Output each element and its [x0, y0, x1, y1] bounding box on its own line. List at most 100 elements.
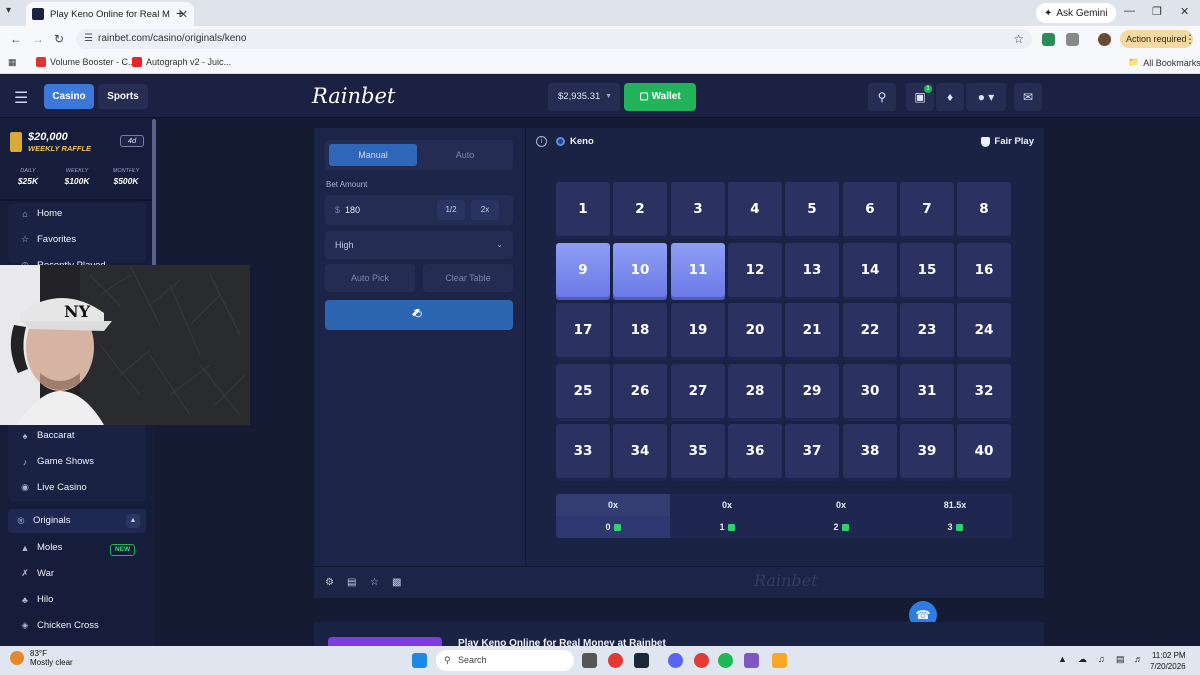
forward-icon[interactable]: → — [32, 32, 44, 46]
task-view-icon[interactable] — [582, 653, 597, 668]
keno-tile[interactable]: 37 — [785, 424, 839, 478]
tray-network-icon[interactable]: ▤ — [1116, 654, 1125, 665]
hamburger-menu-icon[interactable]: ☰ — [14, 88, 28, 108]
keno-tile[interactable]: 22 — [843, 303, 897, 357]
keno-tile[interactable]: 11 — [671, 243, 725, 297]
tray-mic-icon[interactable]: ♫ — [1098, 654, 1105, 664]
bet-amount-input[interactable]: $ 180 1/2 2x — [325, 195, 513, 225]
originals-section-header[interactable]: ® Originals ▲ — [8, 509, 146, 533]
keno-tile[interactable]: 39 — [900, 424, 954, 478]
wallet-button[interactable]: ▢ Wallet — [624, 83, 696, 111]
keno-tile[interactable]: 34 — [613, 424, 667, 478]
bookmark-star-icon[interactable]: ☆ — [1013, 29, 1024, 49]
clear-table-button[interactable]: Clear Table — [423, 264, 513, 292]
taskbar-search[interactable]: ⚲ Search — [436, 650, 574, 671]
keno-tile[interactable]: 20 — [728, 303, 782, 357]
keno-tile[interactable]: 14 — [843, 243, 897, 297]
restore-icon[interactable]: ❐ — [1152, 5, 1162, 18]
keno-tile[interactable]: 24 — [957, 303, 1011, 357]
bet-button[interactable]: ↻ ⬈ — [325, 300, 513, 330]
spotify-icon[interactable] — [718, 653, 733, 668]
sidebar-item-moles[interactable]: ▲ Moles NEW — [20, 542, 150, 556]
all-bookmarks[interactable]: 📁 All Bookmarks — [1128, 57, 1200, 68]
sidebar-item-home[interactable]: ⌂ Home — [20, 208, 62, 219]
balance-dropdown[interactable]: $2,935.31 ▼ — [548, 83, 620, 111]
keno-tile[interactable]: 8 — [957, 182, 1011, 236]
keno-tile[interactable]: 31 — [900, 364, 954, 418]
profile-menu-button[interactable]: ● ▾ — [966, 83, 1006, 111]
stats-chart-icon[interactable]: ▩ — [392, 577, 401, 588]
casino-tab-button[interactable]: Casino — [44, 84, 94, 109]
new-tab-icon[interactable]: + — [176, 5, 184, 21]
half-bet-button[interactable]: 1/2 — [437, 200, 465, 220]
sports-tab-button[interactable]: Sports — [98, 84, 148, 109]
keno-tile[interactable]: 4 — [728, 182, 782, 236]
chrome-profile-icon[interactable] — [694, 653, 709, 668]
keno-tile[interactable]: 27 — [671, 364, 725, 418]
tray-cloud-icon[interactable]: ☁ — [1078, 654, 1087, 665]
theatre-mode-icon[interactable]: ▤ — [347, 577, 356, 588]
sidebar-item-favorites[interactable]: ☆ Favorites — [20, 234, 76, 245]
steam-icon[interactable] — [634, 653, 649, 668]
extensions-puzzle-icon[interactable] — [1066, 33, 1079, 46]
keno-tile[interactable]: 29 — [785, 364, 839, 418]
keno-tile[interactable]: 23 — [900, 303, 954, 357]
action-required-button[interactable]: Action required — [1120, 30, 1193, 48]
sidebar-item-war[interactable]: ✗ War — [20, 568, 54, 579]
sidebar-item-game-shows[interactable]: ♪ Game Shows — [20, 456, 94, 467]
keno-tile[interactable]: 6 — [843, 182, 897, 236]
reload-icon[interactable]: ↻ — [54, 32, 64, 46]
settings-gear-icon[interactable]: ⚙ — [325, 577, 334, 588]
minimize-icon[interactable]: — — [1124, 5, 1135, 17]
back-icon[interactable]: ← — [10, 32, 22, 46]
rewards-button[interactable]: ▣ 1 — [906, 83, 934, 111]
keno-tile[interactable]: 40 — [957, 424, 1011, 478]
keno-tile[interactable]: 7 — [900, 182, 954, 236]
app-icon[interactable] — [744, 653, 759, 668]
keno-tile[interactable]: 21 — [785, 303, 839, 357]
chevron-up-icon[interactable]: ▲ — [126, 514, 140, 528]
url-input[interactable]: ☰ rainbet.com/casino/originals/keno ☆ — [76, 29, 1032, 49]
keno-tile[interactable]: 19 — [671, 303, 725, 357]
site-info-icon[interactable]: ☰ — [84, 29, 93, 49]
apps-grid-icon[interactable]: ▦ — [8, 57, 17, 68]
bookmark-autograph[interactable]: Autograph v2 - Juic... — [132, 57, 231, 67]
sidebar-scrollbar[interactable] — [152, 119, 156, 269]
chrome-icon[interactable] — [608, 653, 623, 668]
manual-mode-tab[interactable]: Manual — [329, 144, 417, 166]
discord-icon[interactable] — [668, 653, 683, 668]
tab-search-icon[interactable]: ▾ — [6, 5, 11, 16]
windows-start-icon[interactable] — [412, 653, 427, 668]
info-icon[interactable]: i — [536, 136, 547, 147]
bookmark-volume-booster[interactable]: Volume Booster - C... — [36, 57, 136, 67]
keno-tile[interactable]: 16 — [957, 243, 1011, 297]
rainbet-logo[interactable]: Rainbet — [312, 84, 395, 108]
tray-volume-icon[interactable]: ♬ — [1134, 654, 1143, 664]
search-button[interactable]: ⚲ — [868, 83, 896, 111]
auto-mode-tab[interactable]: Auto — [421, 144, 509, 166]
menu-kebab-icon[interactable]: ⋮ — [1184, 32, 1196, 46]
keno-tile[interactable]: 28 — [728, 364, 782, 418]
keno-tile[interactable]: 2 — [613, 182, 667, 236]
fair-play-button[interactable]: Fair Play — [981, 136, 1034, 147]
browser-tab[interactable]: Play Keno Online for Real M ✕ — [26, 2, 194, 26]
profile-avatar-icon[interactable] — [1098, 33, 1111, 46]
keno-tile[interactable]: 17 — [556, 303, 610, 357]
sidebar-item-live-casino[interactable]: ◉ Live Casino — [20, 482, 87, 493]
keno-tile[interactable]: 12 — [728, 243, 782, 297]
sidebar-item-hilo[interactable]: ♣ Hilo — [20, 594, 53, 605]
keno-tile[interactable]: 1 — [556, 182, 610, 236]
notifications-button[interactable]: ♦ — [936, 83, 964, 111]
keno-tile[interactable]: 30 — [843, 364, 897, 418]
keno-tile[interactable]: 26 — [613, 364, 667, 418]
keno-tile[interactable]: 35 — [671, 424, 725, 478]
keno-tile[interactable]: 10 — [613, 243, 667, 297]
file-explorer-icon[interactable] — [772, 653, 787, 668]
keno-tile[interactable]: 15 — [900, 243, 954, 297]
double-bet-button[interactable]: 2x — [471, 200, 499, 220]
keno-tile[interactable]: 13 — [785, 243, 839, 297]
extension-icon[interactable] — [1042, 33, 1055, 46]
auto-pick-button[interactable]: Auto Pick — [325, 264, 415, 292]
ask-gemini-button[interactable]: ✦ Ask Gemini — [1036, 3, 1116, 23]
keno-tile[interactable]: 33 — [556, 424, 610, 478]
